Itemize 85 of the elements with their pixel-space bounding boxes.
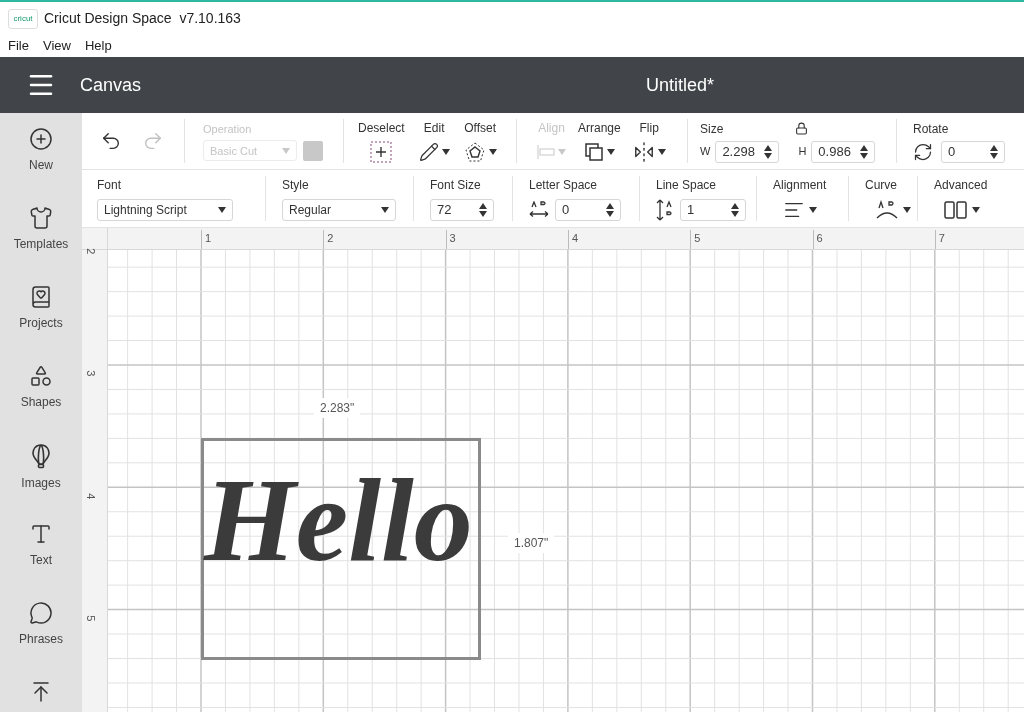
icon-dropdown[interactable]: [875, 199, 911, 221]
shapes-icon: [29, 364, 53, 388]
edit-tool[interactable]: Edit: [418, 119, 450, 163]
color-swatch[interactable]: [303, 140, 323, 161]
spinner-icon: [731, 203, 739, 217]
undo-button[interactable]: [100, 130, 122, 152]
rotate-field[interactable]: 0: [941, 140, 1005, 163]
advanced-icon: [944, 201, 968, 219]
caret-icon: [558, 149, 566, 155]
text-icon: [29, 522, 53, 546]
number-field[interactable]: 72: [430, 199, 494, 221]
spinner-icon: [606, 203, 614, 217]
rotate-label: Rotate: [913, 120, 950, 138]
dropdown[interactable]: Regular: [282, 199, 396, 221]
size-label: Size: [700, 120, 724, 138]
field-label: Letter Space: [529, 177, 599, 194]
dropdown[interactable]: Lightning Script: [97, 199, 233, 221]
field-label: Font: [97, 177, 122, 194]
width-dimension: 2.283": [314, 398, 361, 418]
arrange-tool[interactable]: Arrange: [578, 119, 621, 163]
flip-tool[interactable]: Flip: [632, 119, 666, 163]
sidebar-item[interactable]: Shapes: [0, 350, 82, 429]
hello-text-object[interactable]: Hello: [204, 462, 494, 580]
shirt-icon: [29, 206, 53, 230]
number-field[interactable]: 1: [680, 199, 746, 221]
selection-box[interactable]: [201, 438, 481, 660]
window-title: Cricut Design Space v7.10.163: [44, 9, 241, 28]
spinner-icon: [990, 144, 998, 159]
sidebar-item[interactable]: Images: [0, 429, 82, 508]
height-label: H: [798, 144, 807, 160]
line-space-icon: [656, 199, 674, 221]
field-label: Line Space: [656, 177, 718, 194]
caret-icon: [441, 149, 450, 155]
spinner-icon: [764, 144, 773, 159]
sidebar-item[interactable]: New: [0, 113, 82, 192]
lock-icon[interactable]: [795, 122, 809, 135]
field-label: Style: [282, 177, 310, 194]
sidebar-item[interactable]: Phrases: [0, 587, 82, 666]
offset-tool[interactable]: Offset: [463, 119, 497, 163]
caret-icon: [809, 207, 817, 213]
width-field[interactable]: 2.298: [715, 140, 780, 163]
align-icon: [537, 145, 555, 159]
caret-icon: [282, 147, 290, 154]
field-label: Alignment: [773, 177, 827, 194]
caret-icon: [381, 207, 389, 213]
caret-icon: [972, 207, 980, 213]
spinner-icon: [860, 144, 869, 159]
height-dimension: 1.807": [508, 533, 555, 553]
width-label: W: [700, 144, 711, 160]
icon-dropdown[interactable]: [944, 199, 980, 221]
deselect-tool[interactable]: Deselect: [358, 119, 405, 163]
card-icon: [29, 285, 53, 309]
menu-item[interactable]: View: [42, 36, 71, 56]
rotate-icon[interactable]: [913, 141, 933, 162]
caret-icon: [903, 207, 911, 213]
caret-icon: [488, 149, 497, 155]
deselect-icon: [370, 141, 393, 163]
number-field[interactable]: 0: [555, 199, 621, 221]
spinner-icon: [479, 203, 487, 217]
letter-space-icon: [529, 201, 549, 219]
plus-circle-icon: [29, 127, 53, 151]
app-logo: cricut: [8, 8, 38, 29]
speech-bubble-icon: [29, 601, 53, 625]
caret-icon: [657, 149, 666, 155]
caret-icon: [606, 149, 615, 155]
sidebar-item[interactable]: Text: [0, 508, 82, 587]
offset-icon: [463, 141, 486, 163]
operation-label: Operation: [203, 121, 253, 137]
arrange-icon: [583, 142, 604, 162]
pencil-icon: [418, 142, 439, 162]
vertical-ruler: 2 3 4 5: [82, 250, 108, 712]
document-title: Untitled*: [645, 73, 714, 97]
menu-item[interactable]: File: [8, 36, 29, 56]
field-label: Font Size: [430, 177, 482, 194]
flip-icon: [632, 141, 655, 163]
field-label: Advanced: [934, 177, 988, 194]
menu-item[interactable]: Help: [84, 36, 112, 56]
field-label: Curve: [865, 177, 897, 194]
height-field[interactable]: 0.986: [811, 140, 876, 163]
sidebar-item[interactable]: Projects: [0, 271, 82, 350]
sidebar-item[interactable]: Templates: [0, 192, 82, 271]
caret-icon: [218, 207, 226, 213]
curve-icon: [875, 200, 899, 220]
balloon-icon: [29, 443, 53, 469]
section-title: Canvas: [80, 73, 142, 97]
